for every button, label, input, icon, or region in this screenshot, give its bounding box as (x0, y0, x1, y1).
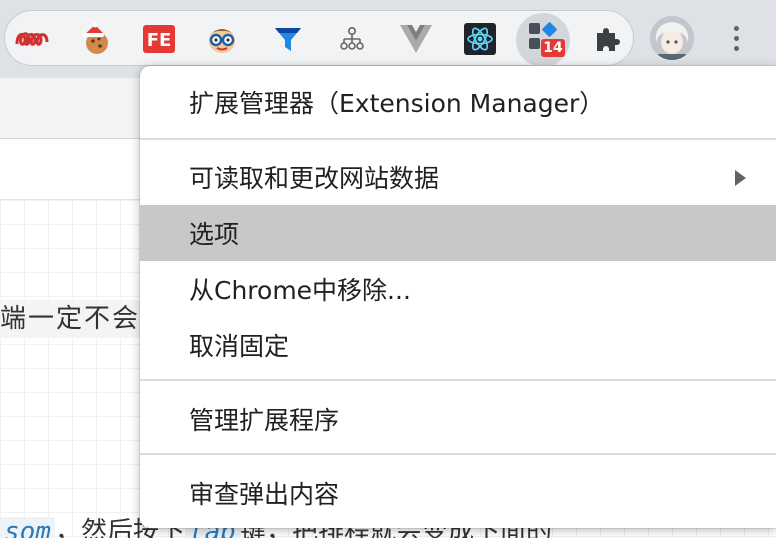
profile-avatar[interactable] (650, 16, 694, 60)
submenu-arrow-icon (735, 170, 746, 186)
svg-text:FE: FE (147, 30, 172, 51)
extension-count-badge: 14 (541, 39, 565, 57)
face-extension-icon[interactable] (200, 17, 244, 61)
menu-item-label: 审查弹出内容 (189, 480, 340, 509)
extension-context-menu: 扩展管理器（Extension Manager） 可读取和更改网站数据 选项 从… (140, 66, 776, 528)
background-text: 端一定不会 (0, 300, 160, 338)
extension-1-icon[interactable] (10, 17, 54, 61)
menu-item-remove-from-chrome[interactable]: 从Chrome中移除... (140, 261, 776, 317)
fe-extension-icon[interactable]: FE (137, 17, 181, 61)
menu-item-manage-extensions[interactable]: 管理扩展程序 (140, 391, 776, 447)
react-devtools-icon[interactable] (458, 17, 502, 61)
menu-item-label: 管理扩展程序 (189, 406, 340, 435)
menu-item-label: 取消固定 (189, 332, 290, 361)
menu-separator (140, 138, 776, 140)
menu-separator (140, 379, 776, 381)
puzzle-extensions-icon[interactable] (586, 17, 630, 61)
menu-item-inspect-popup[interactable]: 审查弹出内容 (140, 465, 776, 521)
inline-code: som (0, 517, 55, 538)
cookie-extension-icon[interactable] (74, 17, 118, 61)
menu-item-site-access[interactable]: 可读取和更改网站数据 (140, 149, 776, 205)
menu-separator (140, 453, 776, 455)
menu-item-label: 从Chrome中移除... (189, 276, 411, 305)
more-menu-icon[interactable] (722, 20, 750, 56)
funnel-extension-icon[interactable] (266, 17, 310, 61)
menu-item-label: 可读取和更改网站数据 (189, 164, 440, 193)
menu-item-options[interactable]: 选项 (140, 205, 776, 261)
menu-title-extension-manager[interactable]: 扩展管理器（Extension Manager） (140, 74, 776, 130)
menu-title-label: 扩展管理器（Extension Manager） (189, 89, 605, 118)
extension-manager-icon[interactable]: 14 (516, 13, 570, 67)
menu-item-unpin[interactable]: 取消固定 (140, 317, 776, 373)
vue-devtools-icon[interactable] (394, 17, 438, 61)
sitemap-extension-icon[interactable] (330, 17, 374, 61)
menu-item-label: 选项 (189, 220, 240, 249)
